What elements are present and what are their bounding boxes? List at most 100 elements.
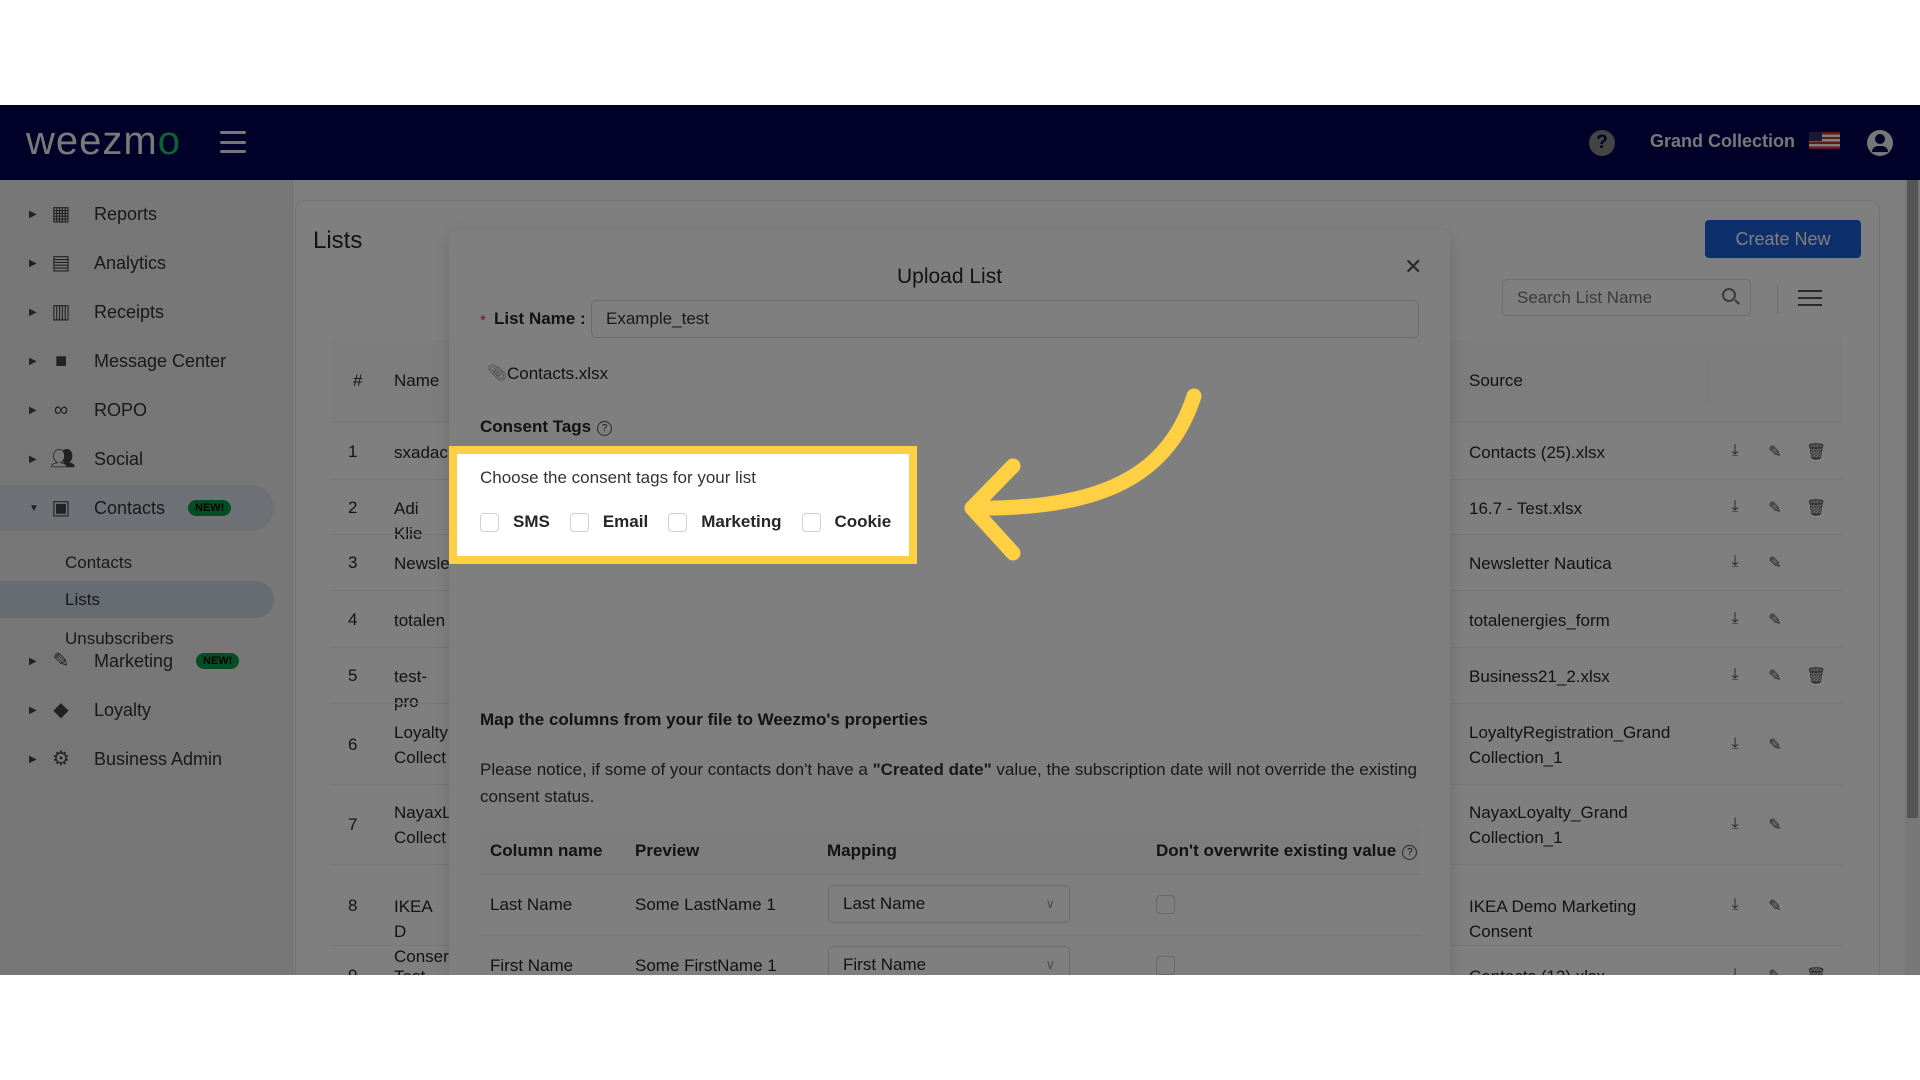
edit-pencil-icon[interactable]: ✎ [1766,966,1784,975]
create-new-button[interactable]: Create New [1705,220,1861,258]
us-flag-icon[interactable] [1809,132,1840,149]
menu-icon[interactable] [220,131,246,153]
edit-pencil-icon[interactable]: ✎ [1766,498,1784,517]
edit-pencil-icon[interactable]: ✎ [1766,610,1784,629]
trash-icon[interactable]: 🗑︎ [1806,966,1826,975]
consent-tags-label: Consent Tags [480,417,592,436]
edit-pencil-icon[interactable]: ✎ [1766,553,1784,572]
sms-label[interactable]: SMS [513,512,550,532]
marketing-checkbox[interactable] [668,512,688,532]
download-icon[interactable]: ⤓ [1726,896,1744,914]
row-source: LoyaltyRegistration_Grand Collection_1 [1469,722,1671,767]
marketing-label[interactable]: Marketing [701,512,781,532]
caret-right-icon[interactable]: ▶ [29,307,37,318]
download-icon[interactable]: ⤓ [1726,666,1744,684]
sidebar-subitem-unsubscribers[interactable]: Unsubscribers [0,620,274,657]
sidebar-item-loyalty[interactable]: ▶ ◆ Loyalty [0,687,274,733]
consent-tags-group: SMS Email Marketing Cookie [480,512,911,532]
trash-icon[interactable]: 🗑︎ [1806,666,1826,685]
col-name[interactable]: Name [394,371,439,391]
sidebar-subitem-lists[interactable]: Lists [0,581,274,618]
download-icon[interactable]: ⤓ [1726,735,1744,753]
list-name-label: List Name : [494,309,586,328]
help-icon[interactable]: ? [1402,845,1418,860]
edit-pencil-icon[interactable]: ✎ [1766,735,1784,754]
caret-right-icon[interactable]: ▶ [29,258,37,269]
edit-pencil-icon[interactable]: ✎ [1766,896,1784,915]
row-name[interactable]: Newsle [394,551,450,576]
search-icon[interactable] [1722,288,1736,302]
sidebar-item-business-admin[interactable]: ▶ ⚙ Business Admin [0,736,274,782]
mapping-row: Last Name Some LastName 1 Last Name ∨ [480,874,1420,935]
sidebar-item-analytics[interactable]: ▶ ▤ Analytics [0,240,274,286]
sidebar-item-label: Social [94,448,144,469]
close-icon[interactable]: ✕ [1404,254,1422,280]
sidebar-item-contacts[interactable]: ▼ ▣ Contacts NEW! [0,485,274,531]
mapping-table-header: Column name Preview Mapping Don't overwr… [480,827,1420,874]
map-columns-title: Map the columns from your file to Weezmo… [480,710,928,729]
mapping-select[interactable]: First Name ∨ [828,946,1070,975]
email-checkbox[interactable] [569,512,589,532]
row-name[interactable]: NayaxL Collect [394,800,451,850]
uploaded-file-name[interactable]: Contacts.xlsx [507,364,608,384]
row-name[interactable]: Loyalty Collect [394,720,448,770]
dont-overwrite-checkbox[interactable] [1156,895,1175,914]
user-avatar-icon[interactable] [1867,130,1893,156]
notice-bold: "Created date" [872,760,992,779]
sidebar-subitem-contacts[interactable]: Contacts [0,544,274,581]
download-icon[interactable]: ⤓ [1726,815,1744,833]
cookie-checkbox[interactable] [801,512,821,532]
download-icon[interactable]: ⤓ [1726,966,1744,975]
email-label[interactable]: Email [603,512,648,532]
download-icon[interactable]: ⤓ [1726,610,1744,628]
caret-down-icon[interactable]: ▼ [29,503,39,514]
gear-icon: ⚙ [52,748,70,770]
sidebar-item-ropo[interactable]: ▶ ∞ ROPO [0,387,274,433]
col-dont-overwrite: Don't overwrite existing value? [1156,841,1418,861]
sidebar-item-reports[interactable]: ▶ ▦ Reports [0,191,274,237]
caret-right-icon[interactable]: ▶ [29,454,37,465]
organization-name[interactable]: Grand Collection [1650,131,1795,152]
row-number: 5 [348,666,358,685]
row-number: 3 [348,553,358,572]
search-input[interactable] [1502,279,1751,316]
row-name[interactable]: Test sh [394,964,444,975]
caret-right-icon[interactable]: ▶ [29,356,37,367]
col-column-name: Column name [490,841,603,860]
caret-right-icon[interactable]: ▶ [29,209,37,220]
edit-pencil-icon[interactable]: ✎ [1766,815,1784,834]
caret-right-icon[interactable]: ▶ [29,754,37,765]
sidebar-item-receipts[interactable]: ▶ ▥ Receipts [0,289,274,335]
trash-icon[interactable]: 🗑︎ [1806,498,1826,517]
edit-pencil-icon[interactable]: ✎ [1766,666,1784,685]
list-name-input[interactable] [591,300,1419,338]
cookie-label[interactable]: Cookie [835,512,892,532]
column-name: First Name [490,956,574,975]
filter-sliders-icon[interactable] [1798,287,1822,309]
download-icon[interactable]: ⤓ [1726,553,1744,571]
sidebar-item-social[interactable]: ▶ 👥︎ Social [0,436,274,482]
sidebar-item-label: Business Admin [94,748,223,769]
caret-right-icon[interactable]: ▶ [29,656,37,667]
sms-checkbox[interactable] [480,512,499,532]
contacts-icon: ▣ [51,497,71,519]
bar-chart-icon: ▤ [51,252,71,274]
download-icon[interactable]: ⤓ [1726,498,1744,516]
row-name[interactable]: totalen [394,608,445,633]
col-source[interactable]: Source [1469,371,1523,391]
row-name[interactable]: sxadac [394,440,448,465]
caret-right-icon[interactable]: ▶ [29,405,37,416]
notice-text: Please notice, if some of your contacts … [480,756,1420,810]
download-icon[interactable]: ⤓ [1726,442,1744,460]
mapping-select[interactable]: Last Name ∨ [828,885,1070,923]
scrollbar[interactable] [1905,180,1920,975]
weezmo-logo[interactable]: weezmo [26,119,181,164]
scrollbar-thumb[interactable] [1907,180,1918,818]
help-icon[interactable]: ? [597,421,613,436]
help-icon[interactable]: ? [1589,130,1615,156]
dont-overwrite-checkbox[interactable] [1156,956,1175,975]
sidebar-item-message-center[interactable]: ▶ ■ Message Center [0,338,274,384]
trash-icon[interactable]: 🗑︎ [1806,442,1826,461]
edit-pencil-icon[interactable]: ✎ [1766,442,1784,461]
caret-right-icon[interactable]: ▶ [29,705,37,716]
